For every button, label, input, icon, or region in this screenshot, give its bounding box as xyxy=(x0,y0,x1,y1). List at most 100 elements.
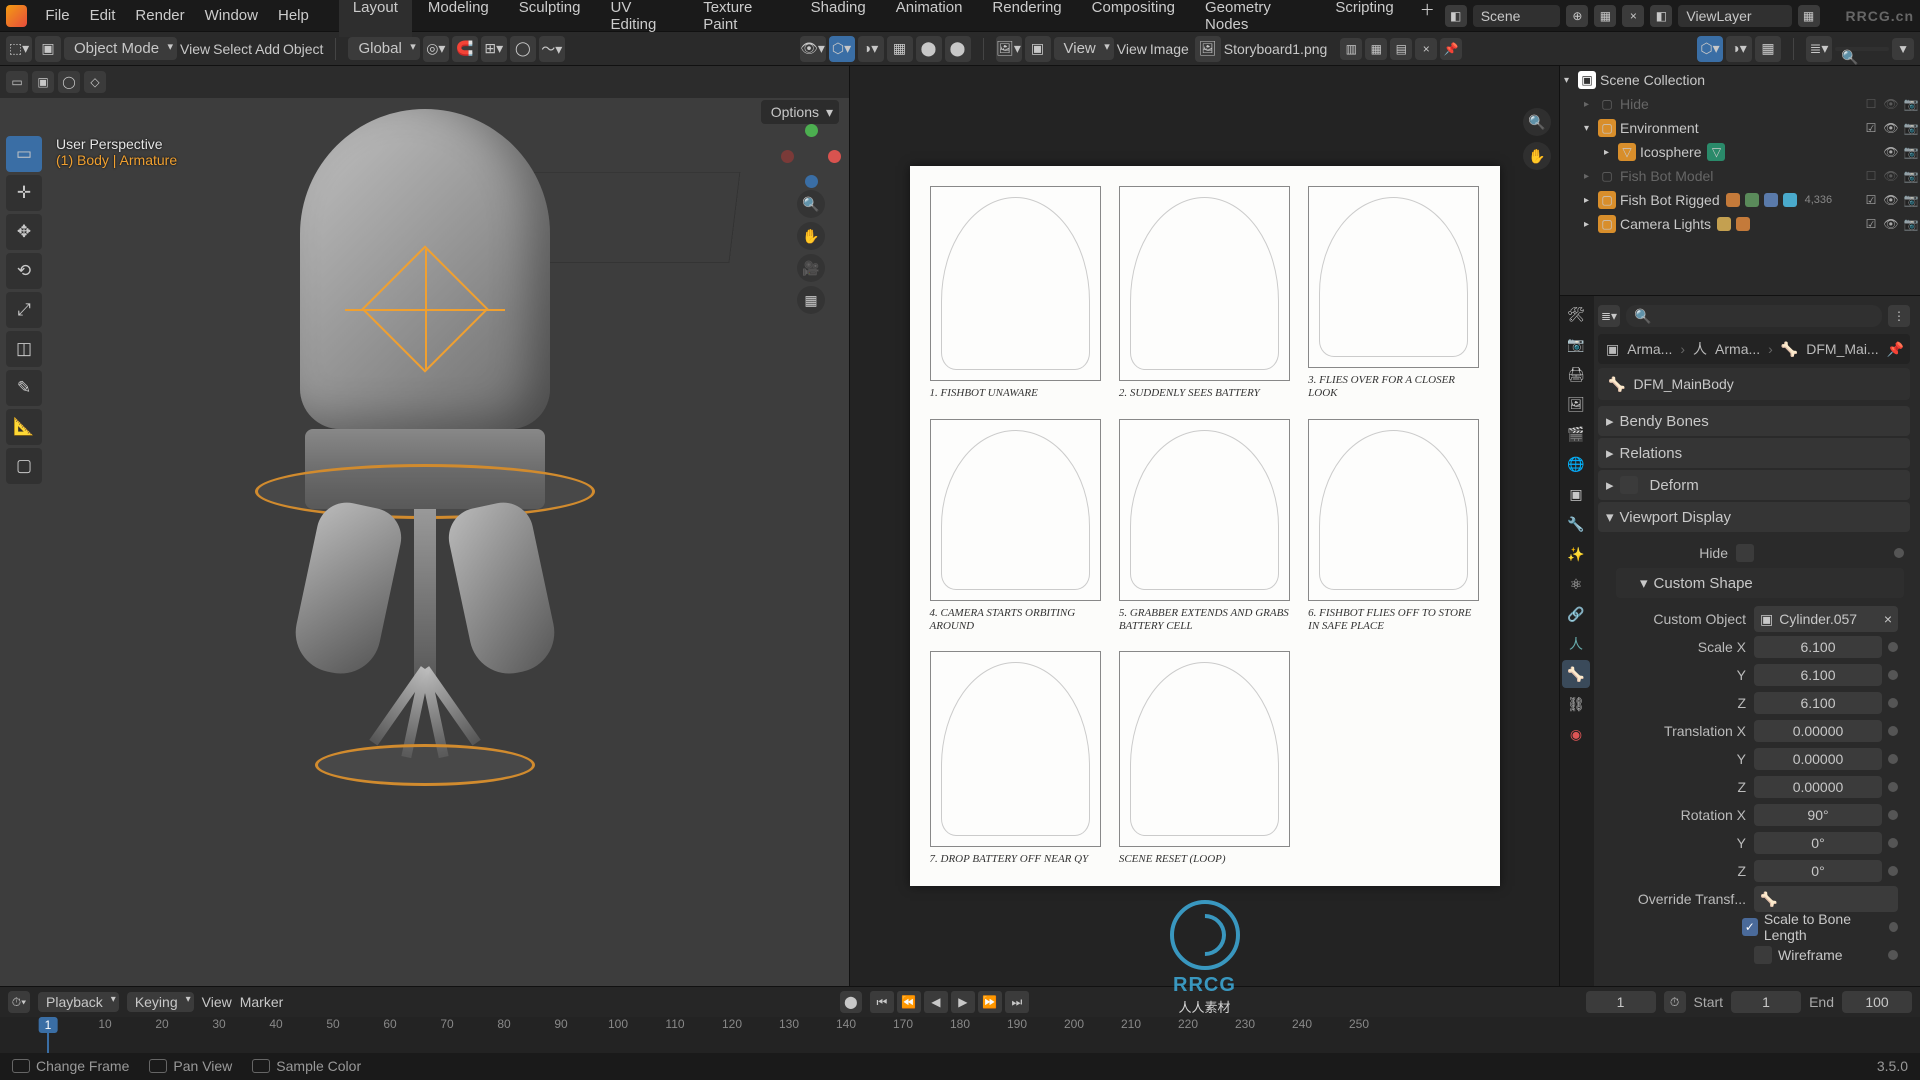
clear-icon[interactable]: × xyxy=(1884,611,1892,627)
outliner-filter-icon[interactable]: ▼ xyxy=(1892,38,1914,60)
ptab-armature-icon[interactable]: 人 xyxy=(1562,630,1590,658)
hide-checkbox[interactable] xyxy=(1736,544,1754,562)
image-view-dd[interactable]: View xyxy=(1054,37,1114,60)
render-icon[interactable]: 📷 xyxy=(1902,119,1920,137)
ptab-output-icon[interactable]: 🖨 xyxy=(1562,360,1590,388)
rotx-field[interactable]: 90° xyxy=(1754,804,1882,826)
eye-icon[interactable]: 👁 xyxy=(1882,191,1900,209)
tool-move[interactable]: ✥ xyxy=(6,214,42,250)
jump-end-icon[interactable]: ⏭ xyxy=(1005,991,1029,1013)
menu-window[interactable]: Window xyxy=(195,3,268,28)
render-icon[interactable]: 📷 xyxy=(1902,191,1920,209)
proportional-icon[interactable]: ◯ xyxy=(510,36,536,62)
ptab-constraint-icon[interactable]: 🔗 xyxy=(1562,600,1590,628)
axis-z-icon[interactable] xyxy=(805,175,818,188)
ptab-boneconstraint-icon[interactable]: ⛓ xyxy=(1562,690,1590,718)
anim-dot[interactable] xyxy=(1888,782,1898,792)
orientation-gizmo[interactable] xyxy=(781,126,841,186)
current-frame-field[interactable]: 1 xyxy=(1586,991,1656,1013)
menu-edit[interactable]: Edit xyxy=(80,3,126,28)
use-preview-range-icon[interactable]: ⏱ xyxy=(1664,991,1686,1013)
new-viewlayer-icon[interactable]: ▦ xyxy=(1798,5,1820,27)
del-scene-icon[interactable]: × xyxy=(1622,5,1644,27)
image-pin-icon[interactable]: 📌 xyxy=(1440,38,1462,60)
viewlayer-name-field[interactable]: ViewLayer xyxy=(1678,5,1791,27)
jump-start-icon[interactable]: ⏮ xyxy=(870,991,894,1013)
tree-item[interactable]: ▸ ▢ Fish Bot Rigged 4,336 ☑👁📷 xyxy=(1560,188,1920,212)
ptab-tool-icon[interactable]: 🛠 xyxy=(1562,300,1590,328)
disclosure-icon[interactable]: ▾ xyxy=(1564,75,1578,86)
menu-file[interactable]: File xyxy=(35,3,79,28)
proportional-falloff-icon[interactable]: 〜▾ xyxy=(539,36,565,62)
timeline-menu-view[interactable]: View xyxy=(202,994,232,1010)
overlay-icon[interactable]: ◑▾ xyxy=(858,36,884,62)
anim-dot[interactable] xyxy=(1888,698,1898,708)
ptab-render-icon[interactable]: 📷 xyxy=(1562,330,1590,358)
ptab-physics-icon[interactable]: ⚛ xyxy=(1562,570,1590,598)
tool-rotate[interactable]: ⟲ xyxy=(6,253,42,289)
prop-editor-type-icon[interactable]: ≣▾ xyxy=(1598,305,1620,327)
xray-icon[interactable]: ▦ xyxy=(887,36,913,62)
anim-dot[interactable] xyxy=(1888,754,1898,764)
override-field[interactable]: 🦴 xyxy=(1754,886,1898,912)
transy-field[interactable]: 0.00000 xyxy=(1754,748,1882,770)
image-menu-image[interactable]: Image xyxy=(1150,41,1189,57)
outliner-type-icon[interactable]: ≣▾ xyxy=(1806,36,1832,62)
perspective-icon[interactable]: ▦ xyxy=(797,286,825,314)
image-pan-icon[interactable]: ✋ xyxy=(1523,142,1551,170)
anim-dot[interactable] xyxy=(1888,670,1898,680)
ptab-viewlayer-icon[interactable]: 🖼 xyxy=(1562,390,1590,418)
new-scene-icon[interactable]: ▦ xyxy=(1594,5,1616,27)
disclosure-icon[interactable]: ▾ xyxy=(1584,123,1598,134)
gizmo-icon[interactable]: ⬡▾ xyxy=(829,36,855,62)
editor-type-3dview-icon[interactable]: ⬚▾ xyxy=(6,36,32,62)
exclude-icon[interactable]: ☐ xyxy=(1862,167,1880,185)
disclosure-icon[interactable]: ▸ xyxy=(1604,147,1618,158)
tab-sculpting[interactable]: Sculpting xyxy=(505,0,595,37)
play-reverse-icon[interactable]: ◀ xyxy=(924,991,948,1013)
properties-breadcrumb[interactable]: ▣Arma... › 人Arma... › 🦴DFM_Mai... 📌 xyxy=(1598,334,1910,364)
selmode-lasso-icon[interactable]: ◇ xyxy=(84,71,106,93)
anim-dot[interactable] xyxy=(1889,922,1898,932)
camera-view-icon[interactable]: 🎥 xyxy=(797,254,825,282)
viewport-options-button[interactable]: Options xyxy=(761,100,839,124)
anim-dot[interactable] xyxy=(1888,838,1898,848)
bone-name-field[interactable]: 🦴 DFM_MainBody xyxy=(1598,368,1910,400)
render-icon[interactable]: 📷 xyxy=(1902,215,1920,233)
viewport-menu-object[interactable]: Object xyxy=(283,41,323,57)
tab-layout[interactable]: Layout xyxy=(339,0,412,37)
image-filename-field[interactable]: Storyboard1.png xyxy=(1224,41,1338,57)
tab-geonodes[interactable]: Geometry Nodes xyxy=(1191,0,1319,37)
image-overlay-icon[interactable]: ◑▾ xyxy=(1726,36,1752,62)
outliner-search[interactable]: 🔍 xyxy=(1835,47,1889,51)
menu-help[interactable]: Help xyxy=(268,3,319,28)
tree-item[interactable]: ▾ ▢ Environment ☑👁📷 xyxy=(1560,116,1920,140)
eye-icon[interactable]: 👁 xyxy=(1882,95,1900,113)
custom-object-field[interactable]: ▣ Cylinder.057 × xyxy=(1754,606,1898,632)
image-gizmo-icon[interactable]: ⬡▾ xyxy=(1697,36,1723,62)
image-menu-view[interactable]: View xyxy=(1117,41,1147,57)
shading-wire-icon[interactable]: ⬤ xyxy=(916,36,942,62)
tree-item[interactable]: ▸ ▢ Hide ☐👁📷 xyxy=(1560,92,1920,116)
tool-scale[interactable]: ⤢ xyxy=(6,292,42,328)
eye-icon[interactable]: 👁 xyxy=(1882,119,1900,137)
keying-dropdown[interactable]: Keying xyxy=(127,992,194,1012)
timeline-menu-marker[interactable]: Marker xyxy=(240,994,284,1010)
tree-item[interactable]: ▸ ▽ Icosphere ▽ 👁📷 xyxy=(1560,140,1920,164)
ptab-object-icon[interactable]: ▣ xyxy=(1562,480,1590,508)
jump-prev-key-icon[interactable]: ⏪ xyxy=(897,991,921,1013)
rotz-field[interactable]: 0° xyxy=(1754,860,1882,882)
roty-field[interactable]: 0° xyxy=(1754,832,1882,854)
image-browse-icon[interactable]: 🖼 xyxy=(1195,36,1221,62)
image-mode-icon[interactable]: ▣ xyxy=(1025,36,1051,62)
tree-scene-collection[interactable]: ▾ ▣ Scene Collection xyxy=(1560,68,1920,92)
selmode-box-icon[interactable]: ▣ xyxy=(32,71,54,93)
image-new-icon[interactable]: ▦ xyxy=(1365,38,1387,60)
disclosure-icon[interactable]: ▸ xyxy=(1584,99,1598,110)
tool-annotate[interactable]: ✎ xyxy=(6,370,42,406)
pan-icon[interactable]: ✋ xyxy=(797,222,825,250)
eye-icon[interactable]: 👁 xyxy=(1882,215,1900,233)
panel-custom-shape[interactable]: ▾Custom Shape xyxy=(1616,568,1904,598)
tab-uv[interactable]: UV Editing xyxy=(596,0,687,37)
anim-dot[interactable] xyxy=(1894,548,1904,558)
